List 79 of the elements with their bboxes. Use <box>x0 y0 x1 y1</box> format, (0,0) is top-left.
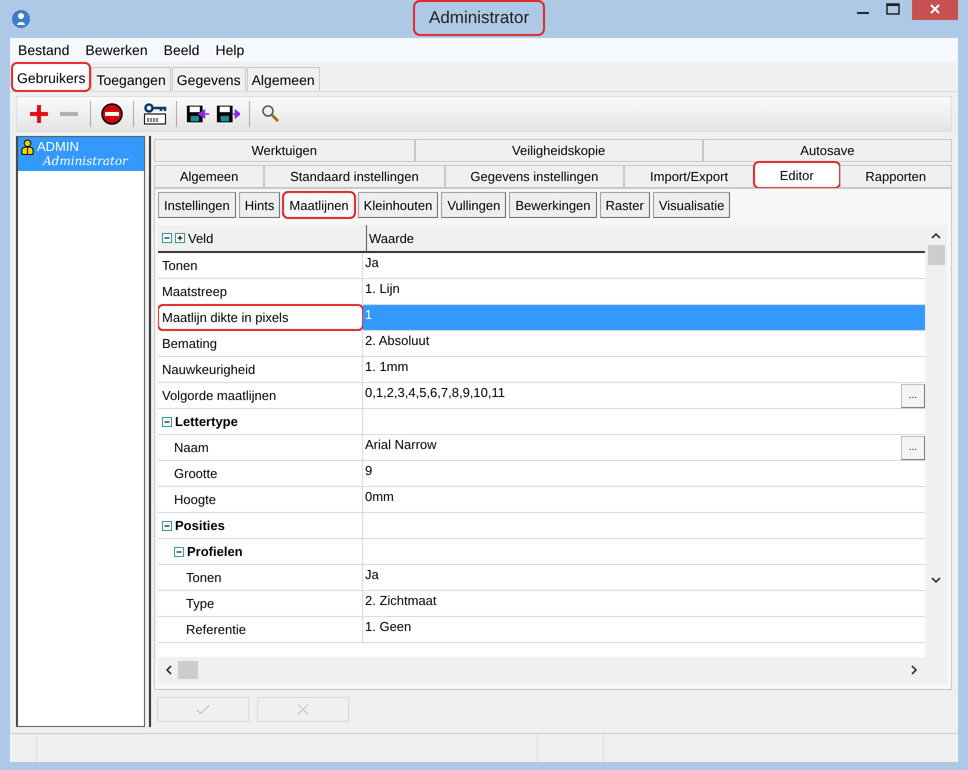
tab[interactable]: Gegevens <box>172 67 246 91</box>
field-value-cell[interactable]: 0mm <box>363 487 925 512</box>
field-value-cell[interactable]: 0,1,2,3,4,5,6,7,8,9,10,11 ... <box>363 383 925 408</box>
group-cell[interactable]: Lettertype <box>158 409 363 434</box>
tab[interactable]: Editor <box>754 162 840 188</box>
tab-button[interactable]: Bewerkingen <box>509 192 597 218</box>
tab-button[interactable]: Maatlijnen <box>283 192 355 218</box>
tab[interactable]: Gegevens instellingen <box>444 165 624 188</box>
field-name-cell[interactable]: Referentie <box>158 617 363 642</box>
group-cell[interactable]: Posities <box>158 513 363 538</box>
tab-button[interactable]: Raster <box>600 192 650 218</box>
close-icon[interactable] <box>912 0 958 20</box>
collapse-icon[interactable] <box>174 546 184 556</box>
tab[interactable]: Werktuigen <box>154 139 415 162</box>
collapse-icon[interactable] <box>162 416 172 426</box>
key-card-icon[interactable] <box>143 102 167 126</box>
user-role: Administrator <box>41 154 128 169</box>
scroll-up-icon[interactable] <box>931 233 941 239</box>
scroll-thumb[interactable] <box>178 661 198 679</box>
field-name-cell[interactable]: Maatstreep <box>158 279 363 304</box>
user-icon <box>21 139 34 155</box>
field-name-cell[interactable]: Nauwkeurigheid <box>158 357 363 382</box>
tab[interactable]: Toegangen <box>91 67 171 91</box>
window-title: Administrator <box>415 2 544 34</box>
menu-item[interactable]: Bestand <box>18 42 70 58</box>
user-name: ADMIN <box>37 139 80 154</box>
collapse-icon[interactable] <box>162 520 172 530</box>
cross-icon <box>295 703 311 716</box>
field-value-cell[interactable]: Ja <box>363 253 925 278</box>
field-value-cell[interactable]: 1. 1mm <box>363 357 925 382</box>
field-value-cell[interactable]: Ja <box>363 565 925 590</box>
field-name-cell[interactable]: Tonen <box>158 565 363 590</box>
field-name-cell[interactable]: Maatlijn dikte in pixels <box>158 305 363 330</box>
field-name-cell[interactable]: Type <box>158 591 363 616</box>
field-value-cell[interactable]: 1. Geen <box>363 617 925 642</box>
tab-button[interactable]: Hints <box>238 192 280 218</box>
field-value-cell[interactable]: Arial Narrow ... <box>363 435 925 460</box>
expand-all-icon[interactable] <box>175 233 185 243</box>
scroll-left-icon[interactable] <box>166 665 172 675</box>
plus-icon[interactable] <box>27 102 51 126</box>
tab[interactable]: Standaard instellingen <box>264 165 445 188</box>
tab-button[interactable]: Kleinhouten <box>358 192 438 218</box>
tab-button[interactable]: Visualisatie <box>652 192 730 218</box>
tab[interactable]: Algemeen <box>246 67 320 91</box>
browse-button[interactable]: ... <box>901 436 925 460</box>
field-name-cell[interactable]: Hoogte <box>158 487 363 512</box>
collapse-all-icon[interactable] <box>162 233 172 243</box>
field-value-cell[interactable]: 2. Absoluut <box>363 331 925 356</box>
field-value-cell[interactable]: 9 <box>363 461 925 486</box>
vertical-scrollbar[interactable] <box>925 225 947 683</box>
check-icon <box>195 703 211 716</box>
tab-button[interactable]: Instellingen <box>158 192 236 218</box>
app-icon <box>11 9 31 29</box>
horizontal-scrollbar[interactable] <box>158 657 925 683</box>
field-name-cell[interactable]: Grootte <box>158 461 363 486</box>
browse-button[interactable]: ... <box>901 384 925 408</box>
column-header: Waarde <box>369 230 414 246</box>
scroll-right-icon[interactable] <box>911 665 917 675</box>
scroll-down-icon[interactable] <box>931 577 941 583</box>
tab[interactable]: Algemeen <box>154 165 264 188</box>
tab[interactable]: Rapporten <box>840 165 952 188</box>
field-value-cell[interactable]: 2. Zichtmaat <box>363 591 925 616</box>
field-name-cell[interactable]: Naam <box>158 435 363 460</box>
field-value-cell[interactable]: 1. Lijn <box>363 279 925 304</box>
field-name-cell[interactable]: Tonen <box>158 253 363 278</box>
menu-item[interactable]: Beeld <box>164 42 200 58</box>
tab[interactable]: Import/Export <box>624 165 754 188</box>
menu-item[interactable]: Bewerken <box>85 42 148 58</box>
tab-button[interactable]: Vullingen <box>441 192 506 218</box>
field-name-cell[interactable]: Bemating <box>158 331 363 356</box>
tab[interactable]: Gebruikers <box>12 63 90 91</box>
tab[interactable]: Autosave <box>702 139 952 162</box>
group-cell[interactable]: Profielen <box>158 539 363 564</box>
column-header: Veld <box>188 230 214 246</box>
menu-item[interactable]: Help <box>215 42 244 58</box>
no-entry-icon[interactable] <box>100 102 124 126</box>
tab[interactable]: Veiligheidskopie <box>414 139 703 162</box>
field-name-cell[interactable]: Volgorde maatlijnen <box>158 383 363 408</box>
scroll-thumb[interactable] <box>928 245 944 265</box>
